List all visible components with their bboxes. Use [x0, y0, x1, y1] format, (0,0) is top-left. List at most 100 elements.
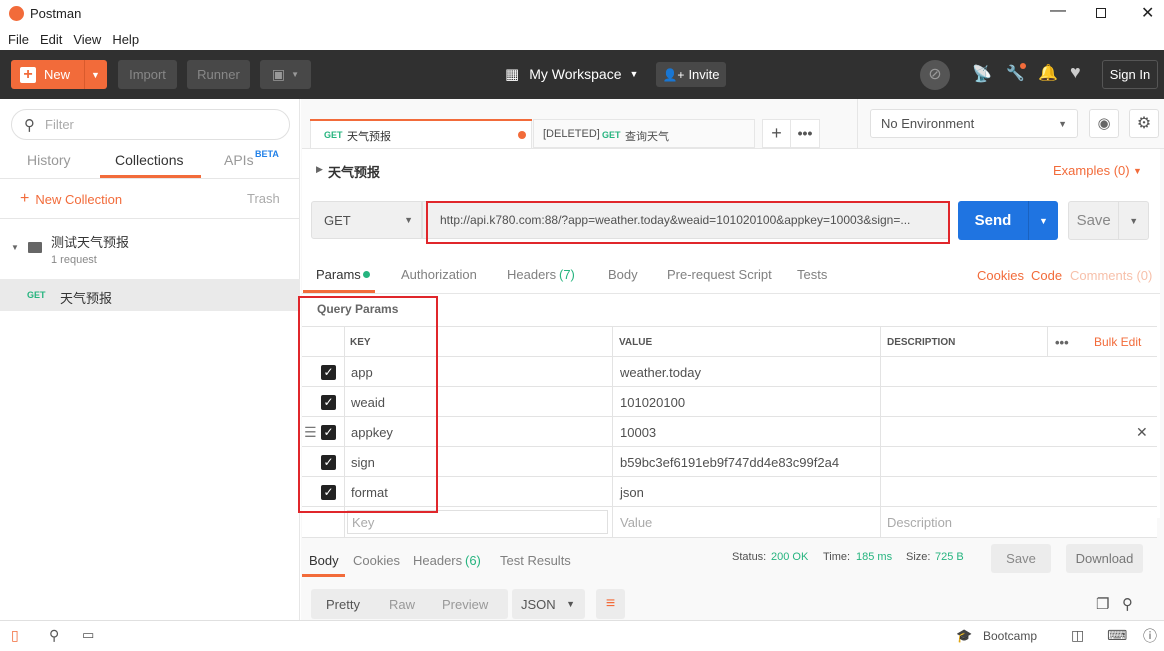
param-value[interactable]: 101020100 — [620, 387, 685, 417]
response-save-button[interactable]: Save — [991, 544, 1051, 573]
bell-icon[interactable]: 🔔 — [1038, 63, 1058, 83]
notification-dot — [1020, 63, 1026, 69]
sign-in-button[interactable]: Sign In — [1102, 60, 1158, 89]
search-icon[interactable]: ⚲ — [1122, 595, 1133, 613]
filter-input[interactable]: ⚲ Filter — [11, 109, 290, 140]
collection-count: 1 request — [51, 254, 97, 266]
menu-file[interactable]: File — [8, 32, 29, 47]
more-icon[interactable]: ••• — [791, 120, 819, 147]
method-select[interactable]: GET ▼ — [311, 201, 422, 239]
gear-icon[interactable]: ⚙ — [1129, 109, 1159, 138]
param-value[interactable]: weather.today — [620, 357, 701, 387]
sidebar-toggle-icon[interactable]: ▯ — [11, 627, 19, 644]
new-description-input[interactable]: Description — [887, 507, 952, 537]
menu-help[interactable]: Help — [112, 32, 139, 47]
tab-apis[interactable]: APIs — [224, 152, 254, 168]
sync-off-icon[interactable]: ⊘ — [920, 60, 950, 90]
minimize-icon[interactable]: — — [1050, 2, 1066, 20]
chevron-down-icon[interactable]: ▼ — [11, 243, 19, 252]
view-raw[interactable]: Raw — [389, 597, 415, 612]
workspace-selector[interactable]: ▦ My Workspace ▼ — [505, 65, 638, 83]
tab-deleted-query[interactable]: [DELETED] GET 查询天气 — [533, 119, 755, 148]
cookies-link[interactable]: Cookies — [977, 268, 1024, 283]
eye-icon[interactable]: ◉ — [1089, 109, 1119, 138]
new-window-icon: ▣ — [271, 66, 286, 82]
keyboard-icon[interactable]: ⌨ — [1107, 627, 1127, 644]
tab-headers[interactable]: Headers — [507, 267, 556, 282]
bootcamp-icon[interactable]: 🎓 — [956, 628, 972, 644]
chevron-right-icon[interactable]: ▶ — [316, 164, 323, 175]
wrap-lines-icon[interactable]: ≡ — [596, 589, 625, 619]
more-icon[interactable]: ••• — [1055, 327, 1069, 357]
chevron-down-icon[interactable]: ▼ — [1133, 166, 1142, 176]
environment-select[interactable]: No Environment ▼ — [870, 109, 1078, 138]
tab-prerequest-script[interactable]: Pre-request Script — [667, 267, 772, 282]
chevron-down-icon[interactable]: ▼ — [1119, 216, 1148, 226]
response-tab-body[interactable]: Body — [309, 553, 339, 568]
tab-params[interactable]: Params — [316, 267, 361, 282]
menu-view[interactable]: View — [73, 32, 101, 47]
comments-link[interactable]: Comments (0) — [1070, 268, 1152, 283]
tab-weather[interactable]: GET 天气预报 — [310, 119, 532, 148]
response-tab-headers[interactable]: Headers — [413, 553, 462, 568]
status-value: 200 OK — [771, 551, 809, 563]
time-label: Time: — [823, 551, 851, 563]
send-button[interactable]: Send ▼ — [958, 201, 1058, 240]
copy-icon[interactable]: ❐ — [1096, 595, 1109, 613]
chevron-down-icon[interactable]: ▼ — [91, 70, 100, 80]
heart-icon[interactable]: ♥ — [1070, 62, 1081, 83]
grid-icon: ▦ — [505, 66, 520, 83]
param-value[interactable]: b59bc3ef6191eb9f747dd4e83c99f2a4 — [620, 447, 839, 477]
maximize-icon[interactable] — [1096, 8, 1106, 18]
save-button[interactable]: Save ▼ — [1068, 201, 1149, 240]
chevron-down-icon: ▼ — [566, 599, 575, 609]
response-tab-cookies[interactable]: Cookies — [353, 553, 400, 568]
add-tab-icon[interactable]: + — [763, 120, 792, 147]
format-select[interactable]: JSON ▼ — [512, 589, 585, 619]
download-button[interactable]: Download — [1066, 544, 1143, 573]
satellite-icon[interactable]: 📡 — [972, 64, 992, 84]
active-tab-indicator — [302, 574, 345, 577]
chevron-down-icon[interactable]: ▼ — [1029, 216, 1058, 226]
bootcamp-link[interactable]: Bootcamp — [983, 629, 1037, 643]
view-pretty[interactable]: Pretty — [326, 597, 360, 612]
invite-button[interactable]: 👤+ Invite — [656, 62, 726, 87]
code-link[interactable]: Code — [1031, 268, 1062, 283]
close-icon[interactable]: ✕ — [1141, 3, 1154, 23]
plus-icon: + — [20, 66, 36, 83]
view-preview[interactable]: Preview — [442, 597, 488, 612]
tab-tests[interactable]: Tests — [797, 267, 827, 282]
new-key-input[interactable]: Key — [347, 510, 608, 534]
response-headers-count: (6) — [465, 553, 481, 568]
beta-badge: BETA — [255, 149, 279, 159]
param-value[interactable]: json — [620, 477, 644, 507]
trash-button[interactable]: Trash — [247, 191, 280, 206]
method-badge: GET — [27, 290, 46, 300]
import-button[interactable]: Import — [118, 60, 177, 89]
sidebar-request-item[interactable]: GET 天气预报 — [0, 279, 300, 311]
examples-dropdown[interactable]: Examples (0) — [1053, 163, 1130, 178]
tab-collections[interactable]: Collections — [115, 152, 183, 168]
request-title[interactable]: 天气预报 — [328, 162, 380, 181]
find-icon[interactable]: ⚲ — [49, 627, 59, 644]
unsaved-dot — [518, 131, 526, 139]
collection-item[interactable]: ▼ 测试天气预报 1 request — [0, 219, 300, 279]
menu-edit[interactable]: Edit — [40, 32, 62, 47]
tab-history[interactable]: History — [27, 152, 71, 168]
new-value-input[interactable]: Value — [620, 507, 652, 537]
new-collection-button[interactable]: + New Collection — [20, 190, 122, 208]
console-icon[interactable]: ▭ — [82, 627, 94, 643]
delete-row-icon[interactable]: ✕ — [1136, 417, 1148, 447]
runner-button[interactable]: Runner — [187, 60, 250, 89]
tab-authorization[interactable]: Authorization — [401, 267, 477, 282]
help-icon[interactable]: ⓘ — [1143, 626, 1157, 646]
two-pane-icon[interactable]: ◫ — [1071, 627, 1084, 644]
time-value: 185 ms — [856, 551, 893, 563]
size-label: Size: — [906, 551, 931, 563]
param-value[interactable]: 10003 — [620, 417, 656, 447]
response-tab-test-results[interactable]: Test Results — [500, 553, 571, 568]
tab-body[interactable]: Body — [608, 267, 638, 282]
bulk-edit-link[interactable]: Bulk Edit — [1094, 327, 1141, 357]
new-window-button[interactable]: ▣ ▼ — [260, 60, 311, 89]
new-button[interactable]: + New ▼ — [11, 60, 107, 89]
